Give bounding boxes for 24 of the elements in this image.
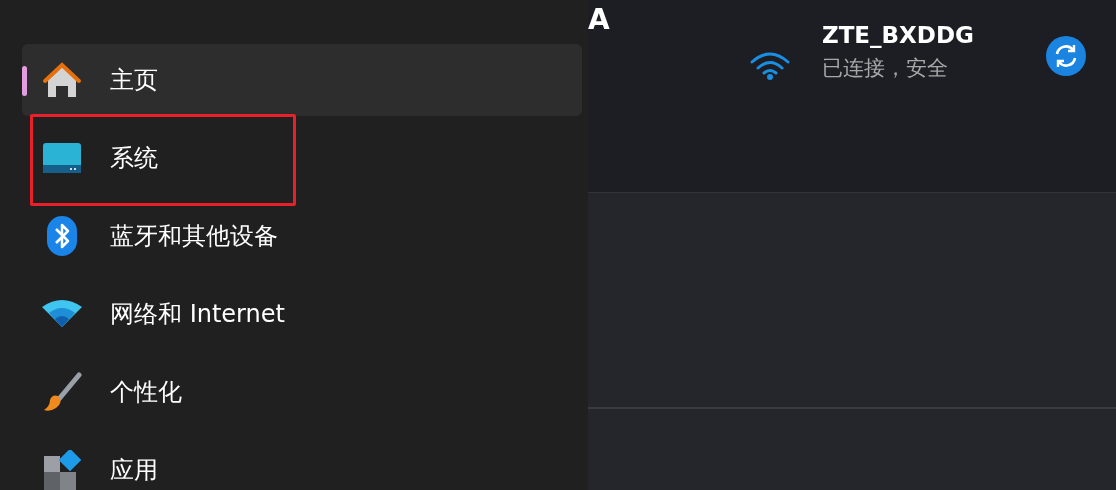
sidebar-item-label: 应用 [110,455,158,486]
sidebar-item-label: 主页 [110,65,158,96]
network-name: ZTE_BXDDG [822,22,974,48]
apps-icon [42,450,82,490]
sidebar-item-label: 蓝牙和其他设备 [110,221,278,252]
page-title: A [588,6,610,34]
wifi-icon [42,299,82,329]
wifi-icon [750,50,790,80]
sidebar-item[interactable]: 蓝牙和其他设备 [22,200,582,272]
sidebar-item[interactable]: 网络和 Internet [22,278,582,350]
sidebar-item[interactable]: 系统 [22,122,582,194]
network-status: 已连接，安全 [822,55,949,82]
house-icon [42,60,82,100]
paintbrush-icon [42,372,82,412]
sidebar-item-label: 个性化 [110,377,182,408]
sidebar-item-label: 网络和 Internet [110,299,285,330]
refresh-icon[interactable] [1046,36,1086,76]
selection-indicator [22,66,27,96]
bluetooth-icon [47,216,77,256]
monitor-icon [43,143,81,173]
sidebar-item[interactable]: 个性化 [22,356,582,428]
sidebar-item[interactable]: 应用 [22,434,582,490]
sidebar-item-label: 系统 [110,143,158,174]
sidebar-item[interactable]: 主页 [22,44,582,116]
